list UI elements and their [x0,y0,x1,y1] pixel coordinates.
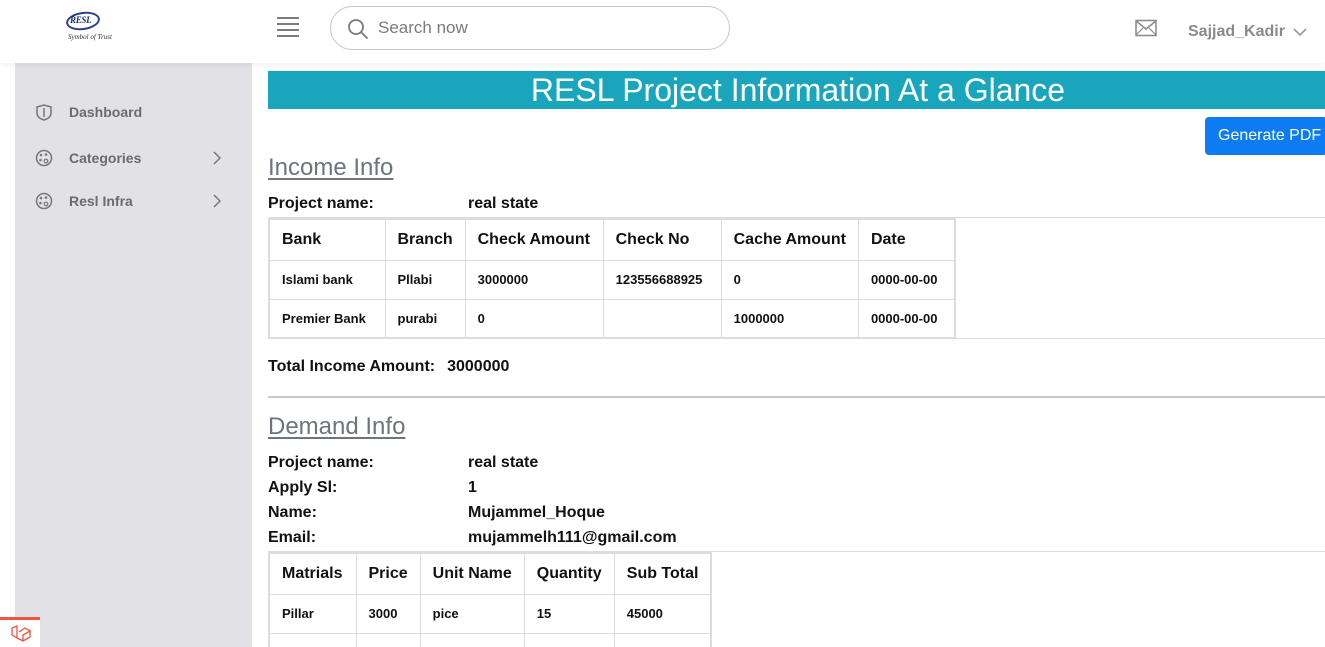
field-label: Apply Sl: [268,479,338,496]
field-value: 1 [468,479,477,496]
chevron-right-icon [213,151,221,165]
table-cell: Pllabi [384,259,466,300]
demand-table: Matrials Price Unit Name Quantity Sub To… [268,552,713,647]
table-cell [613,632,712,647]
company-logo[interactable]: RESL Symbol of Trust [62,9,122,46]
income-table: Bank Branch Check Amount Check No Cache … [268,218,957,339]
column-header: Quantity [523,552,615,595]
palette-icon [35,192,53,210]
column-header: Cache Amount [720,218,859,261]
column-header: Price [355,552,421,595]
table-cell: 1000000 [720,298,859,339]
column-header: Check No [602,218,722,261]
table-cell: Pillar [268,593,357,634]
table-cell: purabi [384,298,466,339]
table-cell: Premier Bank [268,298,386,339]
dashboard-icon [36,104,52,121]
top-header: RESL Symbol of Trust Sajjad_Kadir [0,0,1325,63]
search-icon [348,19,368,39]
table-header-row: Matrials Price Unit Name Quantity Sub To… [268,552,712,595]
table-cell: pice [419,593,525,634]
total-label: Total Income Amount: [268,358,436,375]
demand-project-row: Project name: real state [268,454,768,474]
sidebar-item-label: Resl Infra [69,193,133,209]
demand-info-title: Demand Info [268,413,406,440]
table-row: Islami bank Pllabi 3000000 123556688925 … [268,259,956,300]
sidebar-item-resl-infra[interactable]: Resl Infra [35,189,225,213]
sidebar-item-label: Categories [69,150,142,166]
sidebar-item-label: Dashboard [69,104,143,120]
sidebar: Dashboard Categories Resl Infra [15,63,252,647]
mail-icon[interactable] [1135,19,1157,37]
income-project-row: Project name: real state [268,195,668,215]
field-value: real state [468,454,539,471]
table-cell: 0 [720,259,859,300]
user-menu[interactable]: Sajjad_Kadir [1188,21,1307,43]
total-value: 3000000 [447,358,510,375]
column-header: Date [857,218,956,261]
page-title-banner: RESL Project Information At a Glance [268,71,1325,109]
demand-email-row: Email: mujammelh111@gmail.com [268,529,768,549]
table-cell: 15 [523,593,615,634]
table-cell: 3000 [355,593,421,634]
demand-apply-sl-row: Apply Sl: 1 [268,479,768,499]
logo-tagline: Symbol of Trust [68,33,112,41]
table-cell: Islami bank [268,259,386,300]
table-cell: 3000000 [464,259,604,300]
column-header: Matrials [268,552,357,595]
table-cell [419,632,525,647]
divider [268,338,1325,339]
table-cell [602,298,722,339]
chevron-down-icon [1293,28,1307,37]
field-value: Mujammel_Hoque [468,504,605,521]
palette-icon [35,149,53,167]
sidebar-item-dashboard[interactable]: Dashboard [35,100,225,124]
chevron-right-icon [213,194,221,208]
username: Sajjad_Kadir [1188,23,1285,40]
demand-name-row: Name: Mujammel_Hoque [268,504,768,524]
search-box[interactable] [330,6,730,50]
table-cell [523,632,615,647]
table-row: Pillar 3000 pice 15 45000 [268,593,712,634]
menu-toggle-icon[interactable] [277,16,299,37]
laravel-debug-badge[interactable] [0,617,40,647]
laravel-icon [11,625,32,642]
total-income: Total Income Amount: 3000000 [268,358,509,376]
table-row: Premier Bank purabi 0 1000000 0000-00-00 [268,298,956,339]
sidebar-item-categories[interactable]: Categories [35,146,225,170]
table-cell: 0000-00-00 [857,298,956,339]
column-header: Bank [268,218,386,261]
column-header: Unit Name [419,552,525,595]
table-cell [268,632,357,647]
column-header: Branch [384,218,466,261]
main-content: RESL Project Information At a Glance Gen… [252,63,1325,647]
logo-text: RESL [70,15,92,25]
field-value: mujammelh111@gmail.com [468,529,677,546]
table-cell: 45000 [613,593,712,634]
table-row [268,632,712,647]
section-divider [268,396,1325,398]
table-cell [355,632,421,647]
table-cell: 123556688925 [602,259,722,300]
table-cell: 0 [464,298,604,339]
column-header: Check Amount [464,218,604,261]
field-label: Project name: [268,454,374,471]
left-edge [0,63,15,647]
table-header-row: Bank Branch Check Amount Check No Cache … [268,218,956,261]
generate-pdf-button[interactable]: Generate PDF [1205,117,1325,155]
income-info-title: Income Info [268,154,394,181]
field-label: Project name: [268,195,374,212]
search-input[interactable] [378,15,708,41]
field-value: real state [468,195,539,212]
table-cell: 0000-00-00 [857,259,956,300]
field-label: Name: [268,504,317,521]
field-label: Email: [268,529,317,546]
column-header: Sub Total [613,552,712,595]
